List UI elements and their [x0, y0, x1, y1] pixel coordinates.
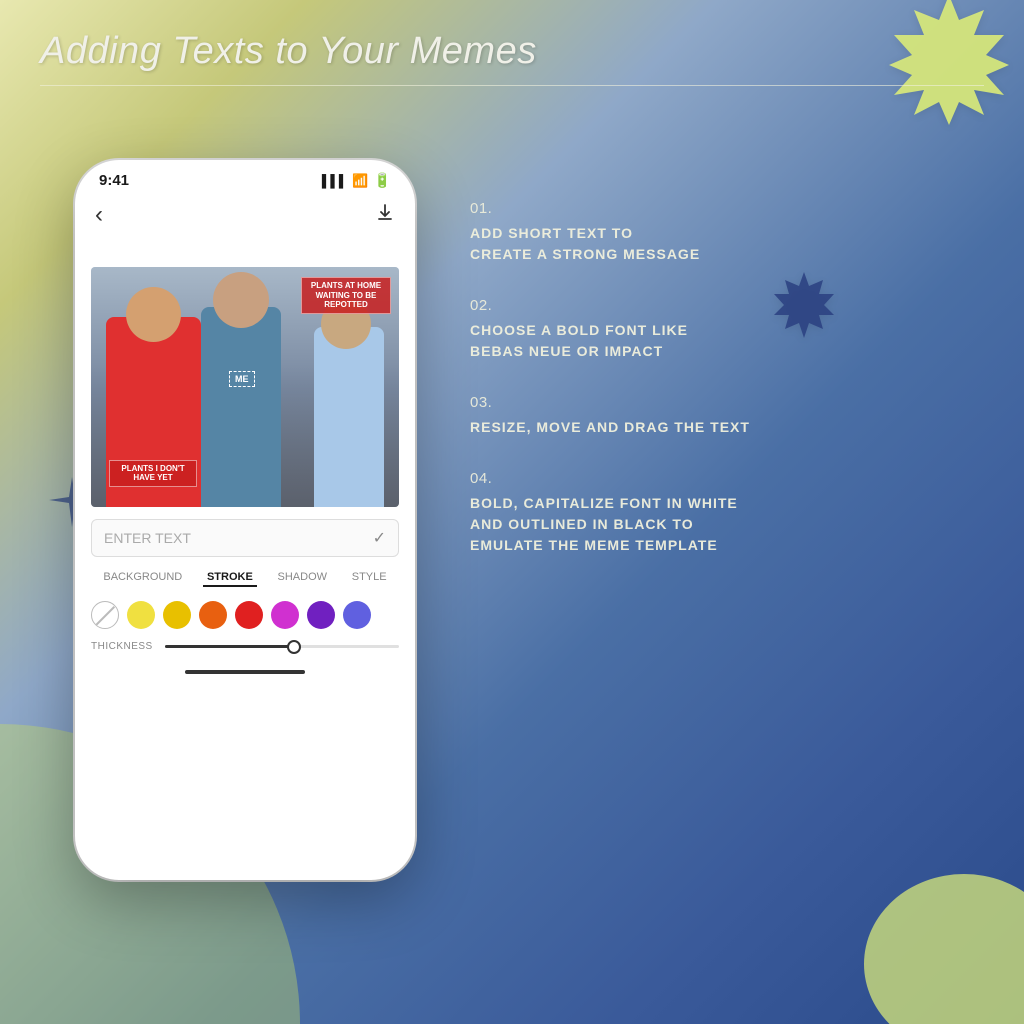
status-icons: ▌▌▌ 📶 🔋 [322, 172, 391, 189]
instruction-1-number: 01. [470, 200, 974, 217]
title-divider [40, 85, 984, 86]
signal-icon: ▌▌▌ [322, 174, 348, 188]
tab-background[interactable]: BACKGROUND [99, 569, 186, 587]
tab-style[interactable]: STYLE [348, 569, 391, 587]
color-yellow-light[interactable] [127, 601, 155, 629]
slider-fill [165, 645, 294, 648]
instruction-4-number: 04. [470, 470, 974, 487]
instruction-2: 02. CHOOSE A BOLD FONT LIKEBEBAS NEUE OR… [470, 297, 974, 362]
thickness-label: THICKNESS [91, 641, 153, 652]
text-format-tabs: BACKGROUND STROKE SHADOW STYLE [75, 565, 415, 591]
home-indicator [185, 670, 305, 674]
color-red[interactable] [235, 601, 263, 629]
page-title: Adding Texts to Your Memes [40, 30, 984, 73]
color-purple-light[interactable] [343, 601, 371, 629]
nav-bar: ‹ [75, 197, 415, 237]
download-button[interactable] [375, 203, 395, 228]
battery-icon: 🔋 [374, 172, 391, 189]
color-orange[interactable] [199, 601, 227, 629]
color-none[interactable] [91, 601, 119, 629]
header-section: Adding Texts to Your Memes [40, 30, 984, 86]
person-woman-blue [314, 327, 384, 507]
instruction-1: 01. ADD SHORT TEXT TOCREATE A STRONG MES… [470, 200, 974, 265]
back-button[interactable]: ‹ [95, 201, 103, 229]
instruction-4: 04. BOLD, CAPITALIZE FONT IN WHITEAND OU… [470, 470, 974, 556]
wifi-icon: 📶 [352, 173, 368, 189]
slider-thumb[interactable] [287, 640, 301, 654]
meme-label-bottom-left: PLANTS I DON'T HAVE YET [109, 460, 197, 487]
instruction-2-text: CHOOSE A BOLD FONT LIKEBEBAS NEUE OR IMP… [470, 320, 974, 362]
color-picker-row [75, 597, 415, 633]
instructions-panel: 01. ADD SHORT TEXT TOCREATE A STRONG MES… [470, 200, 974, 588]
checkmark-button[interactable]: ✓ [373, 528, 386, 548]
download-icon [375, 203, 395, 223]
thickness-slider[interactable] [165, 645, 399, 648]
instruction-1-text: ADD SHORT TEXT TOCREATE A STRONG MESSAGE [470, 223, 974, 265]
instruction-3-text: RESIZE, MOVE AND DRAG THE TEXT [470, 417, 974, 438]
meme-label-top-right: PLANTS AT HOME WAITING TO BE REPOTTED [301, 277, 391, 314]
thickness-row: THICKNESS [75, 633, 415, 660]
meme-label-me: ME [229, 371, 255, 387]
enter-text-placeholder: ENTER TEXT [104, 530, 373, 546]
status-bar: 9:41 ▌▌▌ 📶 🔋 [75, 160, 415, 197]
status-time: 9:41 [99, 172, 129, 189]
phone-frame: 9:41 ▌▌▌ 📶 🔋 ‹ [75, 160, 415, 880]
instruction-3-number: 03. [470, 394, 974, 411]
color-pink-purple[interactable] [271, 601, 299, 629]
person-man-center [201, 307, 281, 507]
blob-bottom-right-icon [804, 804, 1024, 1024]
instruction-2-number: 02. [470, 297, 974, 314]
text-input-row[interactable]: ENTER TEXT ✓ [91, 519, 399, 557]
meme-image-area: PLANTS AT HOME WAITING TO BE REPOTTED PL… [91, 267, 399, 507]
instruction-3: 03. RESIZE, MOVE AND DRAG THE TEXT [470, 394, 974, 438]
color-purple-dark[interactable] [307, 601, 335, 629]
tab-shadow[interactable]: SHADOW [274, 569, 332, 587]
instruction-4-text: BOLD, CAPITALIZE FONT IN WHITEAND OUTLIN… [470, 493, 974, 556]
tab-stroke[interactable]: STROKE [203, 569, 257, 587]
phone-mockup: 9:41 ▌▌▌ 📶 🔋 ‹ [75, 160, 415, 880]
color-yellow[interactable] [163, 601, 191, 629]
white-space-top [75, 237, 415, 267]
